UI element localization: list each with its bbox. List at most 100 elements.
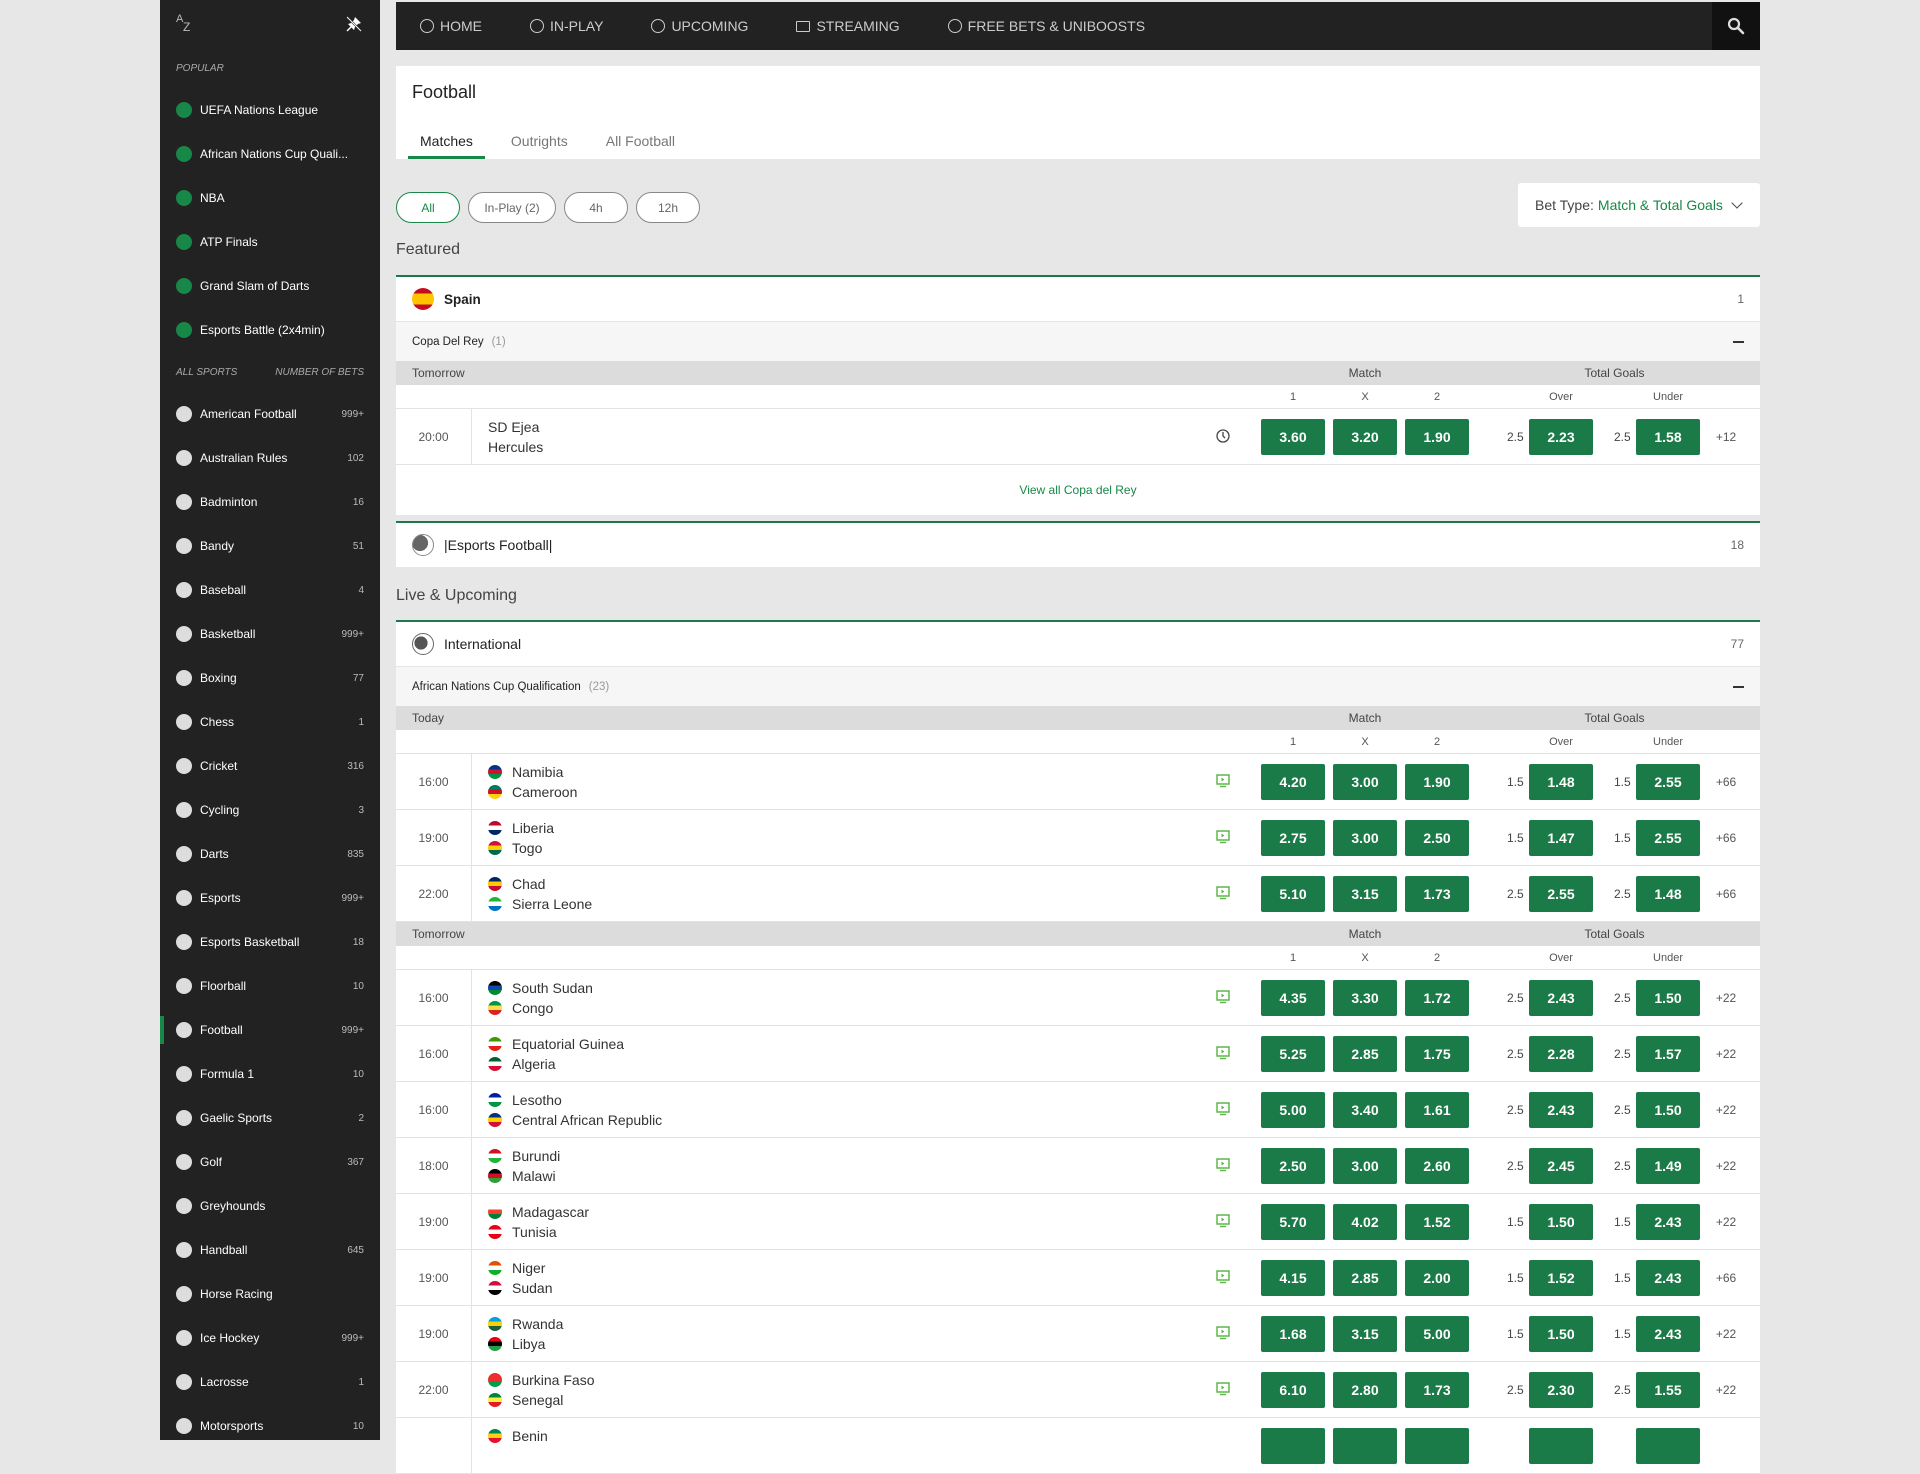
- odds-button-x[interactable]: 4.02: [1333, 1204, 1397, 1240]
- match-teams[interactable]: Liberia Togo: [488, 818, 554, 858]
- away-team[interactable]: Togo: [488, 838, 554, 858]
- odds-button-under[interactable]: 1.49: [1636, 1148, 1700, 1184]
- odds-button-under[interactable]: [1636, 1428, 1700, 1464]
- odds-button-1[interactable]: 6.10: [1261, 1372, 1325, 1408]
- odds-button-1[interactable]: 1.68: [1261, 1316, 1325, 1352]
- more-markets-link[interactable]: +22: [1716, 1026, 1736, 1082]
- away-team[interactable]: Tunisia: [488, 1222, 589, 1242]
- more-markets-link[interactable]: +12: [1716, 409, 1736, 465]
- home-team[interactable]: Niger: [488, 1258, 552, 1278]
- odds-button-over[interactable]: 1.52: [1529, 1260, 1593, 1296]
- nav-streaming[interactable]: STREAMING: [772, 2, 900, 50]
- odds-button-x[interactable]: 3.30: [1333, 980, 1397, 1016]
- filter-12h[interactable]: 12h: [636, 192, 700, 223]
- odds-button-2[interactable]: 1.61: [1405, 1092, 1469, 1128]
- sidebar-item-american-football[interactable]: American Football 999+: [160, 392, 380, 436]
- sidebar-item-chess[interactable]: Chess 1: [160, 700, 380, 744]
- odds-button-1[interactable]: 5.70: [1261, 1204, 1325, 1240]
- match-teams[interactable]: Rwanda Libya: [488, 1314, 563, 1354]
- sidebar-item-lacrosse[interactable]: Lacrosse 1: [160, 1360, 380, 1404]
- match-teams[interactable]: Lesotho Central African Republic: [488, 1090, 662, 1130]
- odds-button-over[interactable]: 1.48: [1529, 764, 1593, 800]
- sidebar-item-gaelic-sports[interactable]: Gaelic Sports 2: [160, 1096, 380, 1140]
- league-header[interactable]: African Nations Cup Qualification (23): [396, 666, 1760, 706]
- filter-in-play-2-[interactable]: In-Play (2): [468, 192, 556, 223]
- sidebar-item-darts[interactable]: Darts 835: [160, 832, 380, 876]
- odds-button-1[interactable]: 4.20: [1261, 764, 1325, 800]
- odds-button-x[interactable]: 3.20: [1333, 419, 1397, 455]
- sidebar-item-basketball[interactable]: Basketball 999+: [160, 612, 380, 656]
- match-teams[interactable]: Chad Sierra Leone: [488, 874, 592, 914]
- home-team[interactable]: South Sudan: [488, 978, 593, 998]
- home-team[interactable]: SD Ejea: [488, 417, 543, 437]
- home-team[interactable]: Lesotho: [488, 1090, 662, 1110]
- sidebar-item-boxing[interactable]: Boxing 77: [160, 656, 380, 700]
- odds-button-1[interactable]: 4.35: [1261, 980, 1325, 1016]
- match-teams[interactable]: Burundi Malawi: [488, 1146, 560, 1186]
- nav-upcoming[interactable]: UPCOMING: [627, 2, 748, 50]
- away-team[interactable]: Sierra Leone: [488, 894, 592, 914]
- away-team[interactable]: Libya: [488, 1334, 563, 1354]
- odds-button-2[interactable]: [1405, 1428, 1469, 1464]
- live-stream-icon[interactable]: [1216, 830, 1230, 844]
- live-stream-icon[interactable]: [1216, 1382, 1230, 1396]
- az-sort-icon[interactable]: AZ: [176, 14, 196, 34]
- more-markets-link[interactable]: +22: [1716, 970, 1736, 1026]
- odds-button-x[interactable]: 3.00: [1333, 764, 1397, 800]
- sidebar-item-greyhounds[interactable]: Greyhounds: [160, 1184, 380, 1228]
- away-team[interactable]: Cameroon: [488, 782, 577, 802]
- odds-button-over[interactable]: 2.45: [1529, 1148, 1593, 1184]
- odds-button-under[interactable]: 2.55: [1636, 820, 1700, 856]
- filter-all[interactable]: All: [396, 192, 460, 223]
- odds-button-over[interactable]: 1.47: [1529, 820, 1593, 856]
- sidebar-item-floorball[interactable]: Floorball 10: [160, 964, 380, 1008]
- filter-4h[interactable]: 4h: [564, 192, 628, 223]
- odds-button-under[interactable]: 2.43: [1636, 1204, 1700, 1240]
- match-teams[interactable]: Madagascar Tunisia: [488, 1202, 589, 1242]
- odds-button-2[interactable]: 2.50: [1405, 820, 1469, 856]
- odds-button-1[interactable]: 5.25: [1261, 1036, 1325, 1072]
- odds-button-over[interactable]: 2.30: [1529, 1372, 1593, 1408]
- live-stream-icon[interactable]: [1216, 1270, 1230, 1284]
- more-markets-link[interactable]: +66: [1716, 754, 1736, 810]
- live-stream-icon[interactable]: [1216, 1214, 1230, 1228]
- odds-button-over[interactable]: 2.28: [1529, 1036, 1593, 1072]
- bet-type-dropdown[interactable]: Bet Type: Match & Total Goals: [1518, 183, 1760, 227]
- odds-button-under[interactable]: 1.58: [1636, 419, 1700, 455]
- away-team[interactable]: Sudan: [488, 1278, 552, 1298]
- odds-button-1[interactable]: 2.75: [1261, 820, 1325, 856]
- more-markets-link[interactable]: +66: [1716, 1250, 1736, 1306]
- odds-button-1[interactable]: 4.15: [1261, 1260, 1325, 1296]
- league-header[interactable]: Copa Del Rey (1): [396, 321, 1760, 361]
- sidebar-item-motorsports[interactable]: Motorsports 10: [160, 1404, 380, 1440]
- odds-button-x[interactable]: 2.85: [1333, 1036, 1397, 1072]
- odds-button-x[interactable]: 2.85: [1333, 1260, 1397, 1296]
- odds-button-under[interactable]: 1.57: [1636, 1036, 1700, 1072]
- home-team[interactable]: Madagascar: [488, 1202, 589, 1222]
- sidebar-popular-item[interactable]: Esports Battle (2x4min): [160, 308, 380, 352]
- live-stream-icon[interactable]: [1216, 1326, 1230, 1340]
- view-all-link[interactable]: View all Copa del Rey: [396, 465, 1760, 515]
- match-teams[interactable]: Benin: [488, 1426, 548, 1446]
- odds-button-2[interactable]: 1.90: [1405, 419, 1469, 455]
- match-teams[interactable]: SD Ejea Hercules: [488, 417, 543, 457]
- home-team[interactable]: Namibia: [488, 762, 577, 782]
- odds-button-under[interactable]: 1.48: [1636, 876, 1700, 912]
- home-team[interactable]: Chad: [488, 874, 592, 894]
- odds-button-under[interactable]: 2.55: [1636, 764, 1700, 800]
- odds-button-under[interactable]: 2.43: [1636, 1316, 1700, 1352]
- live-stream-icon[interactable]: [1216, 886, 1230, 900]
- sidebar-item-cycling[interactable]: Cycling 3: [160, 788, 380, 832]
- odds-button-over[interactable]: [1529, 1428, 1593, 1464]
- tab-matches[interactable]: Matches: [408, 122, 485, 159]
- sidebar-item-horse-racing[interactable]: Horse Racing: [160, 1272, 380, 1316]
- sidebar-item-baseball[interactable]: Baseball 4: [160, 568, 380, 612]
- odds-button-1[interactable]: 5.10: [1261, 876, 1325, 912]
- more-markets-link[interactable]: +22: [1716, 1362, 1736, 1418]
- odds-button-x[interactable]: [1333, 1428, 1397, 1464]
- more-markets-link[interactable]: +66: [1716, 866, 1736, 922]
- away-team[interactable]: Congo: [488, 998, 593, 1018]
- odds-button-2[interactable]: 2.60: [1405, 1148, 1469, 1184]
- odds-button-2[interactable]: 1.72: [1405, 980, 1469, 1016]
- home-team[interactable]: Burkina Faso: [488, 1370, 594, 1390]
